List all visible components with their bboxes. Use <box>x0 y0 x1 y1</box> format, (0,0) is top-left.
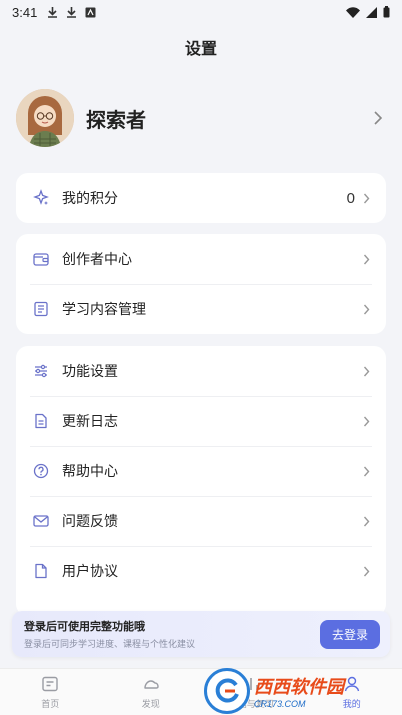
site-watermark: 西西软件园 CR173.COM <box>204 666 392 715</box>
profile-name: 探索者 <box>86 107 146 132</box>
mail-icon <box>32 512 50 530</box>
creator-center-label: 创作者中心 <box>62 252 132 268</box>
avatar[interactable] <box>16 89 74 147</box>
home-icon <box>42 676 58 692</box>
tab-home-label: 首页 <box>41 700 60 710</box>
changelog-row[interactable]: 更新日志 <box>16 396 386 446</box>
watermark-brand: 西西软件园 <box>254 676 344 698</box>
tab-home[interactable]: 首页 <box>0 669 101 715</box>
download-icon <box>67 7 77 18</box>
wallet-icon <box>32 250 50 268</box>
profile-row[interactable]: 探索者 <box>16 88 386 148</box>
login-button[interactable]: 去登录 <box>319 619 380 649</box>
feature-settings-label: 功能设置 <box>62 364 118 380</box>
feature-settings-row[interactable]: 功能设置 <box>16 346 386 396</box>
help-center-row[interactable]: 帮助中心 <box>16 446 386 496</box>
settings-card: 功能设置 更新日志 帮助中心 问题反馈 用户协议 <box>16 346 386 616</box>
discover-icon <box>144 680 159 689</box>
status-system-icons <box>346 6 390 18</box>
status-notification-icons <box>47 6 96 18</box>
points-card: 我的积分 0 <box>16 173 386 223</box>
help-icon <box>32 462 50 480</box>
changelog-label: 更新日志 <box>62 414 118 430</box>
user-agreement-row[interactable]: 用户协议 <box>16 546 386 596</box>
chevron-right-icon <box>363 466 370 476</box>
battery-icon <box>383 6 390 18</box>
creator-card: 创作者中心 学习内容管理 <box>16 234 386 334</box>
chevron-right-icon <box>363 193 370 203</box>
app-notification-icon <box>85 7 96 17</box>
page-header: 设置 <box>0 34 402 64</box>
points-row[interactable]: 我的积分 0 <box>16 173 386 223</box>
content-management-row[interactable]: 学习内容管理 <box>16 284 386 334</box>
chevron-right-icon <box>363 416 370 426</box>
watermark-logo <box>204 667 250 714</box>
chevron-right-icon <box>363 366 370 376</box>
document-icon <box>32 300 50 318</box>
chevron-right-icon <box>363 254 370 264</box>
tab-discover[interactable]: 发现 <box>101 669 202 715</box>
help-center-label: 帮助中心 <box>62 464 118 480</box>
page-icon <box>32 562 50 580</box>
content-management-label: 学习内容管理 <box>62 302 146 318</box>
wifi-icon <box>346 6 360 18</box>
login-prompt-banner: 登录后可使用完整功能哦 登录后可同步学习进度、课程与个性化建议 去登录 <box>12 611 390 657</box>
status-bar: 3:41 <box>0 0 402 24</box>
login-prompt-title: 登录后可使用完整功能哦 <box>24 620 145 633</box>
creator-center-row[interactable]: 创作者中心 <box>16 234 386 284</box>
points-label: 我的积分 <box>62 191 118 207</box>
download-icon <box>48 7 58 18</box>
feedback-row[interactable]: 问题反馈 <box>16 496 386 546</box>
points-value: 0 <box>346 189 355 207</box>
sliders-icon <box>32 362 50 380</box>
status-time: 3:41 <box>12 4 38 20</box>
file-icon <box>32 412 50 430</box>
tab-discover-label: 发现 <box>141 700 160 710</box>
watermark-site: CR173.COM <box>254 698 306 709</box>
signal-icon <box>366 6 377 18</box>
chevron-right-icon <box>374 111 382 125</box>
chevron-right-icon <box>363 304 370 314</box>
page-title: 设置 <box>184 39 217 58</box>
sparkle-icon <box>32 189 50 207</box>
user-agreement-label: 用户协议 <box>62 564 118 580</box>
feedback-label: 问题反馈 <box>62 514 118 530</box>
chevron-right-icon <box>363 516 370 526</box>
login-prompt-subtitle: 登录后可同步学习进度、课程与个性化建议 <box>24 640 196 650</box>
chevron-right-icon <box>363 566 370 576</box>
